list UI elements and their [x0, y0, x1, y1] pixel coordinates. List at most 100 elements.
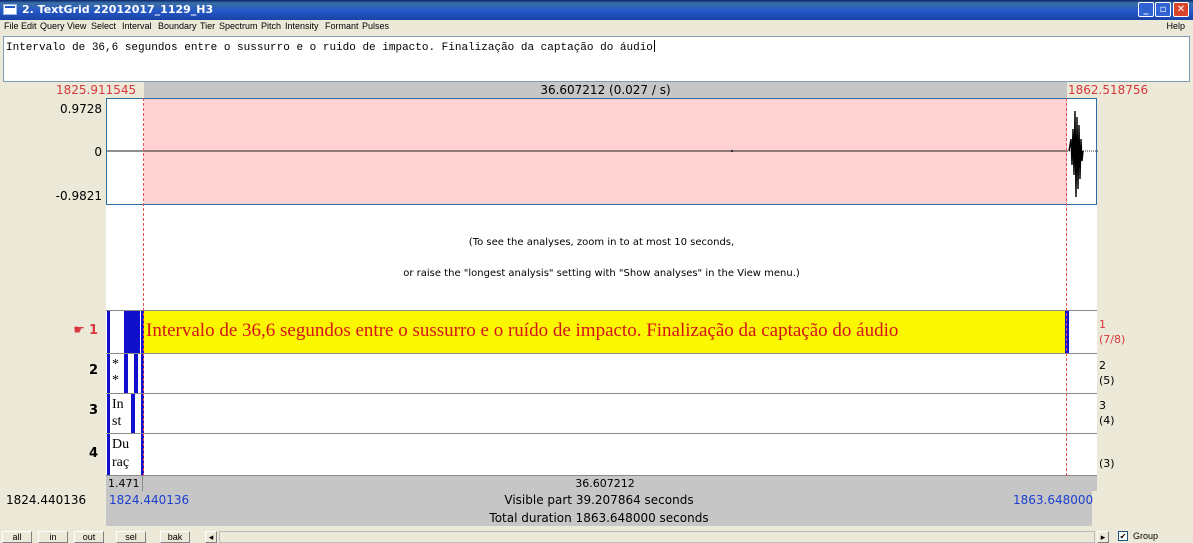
maximize-icon: ▫ [1159, 4, 1167, 15]
menu-formant[interactable]: Formant [325, 21, 359, 31]
tier-2-text-2: * [112, 373, 119, 388]
selection-end-line [1066, 98, 1067, 476]
tier-2-text-1: * [112, 357, 119, 372]
boundary-mark [107, 354, 110, 393]
tier-2[interactable]: * * [106, 353, 1097, 393]
boundary-mark [124, 354, 128, 393]
boundary-mark [107, 394, 110, 433]
title-bar: 2. TextGrid 22012017_1129_H3 _ ▫ ✕ [0, 0, 1193, 20]
analyses-panel[interactable]: (To see the analyses, zoom in to at most… [106, 205, 1097, 310]
tier-2-number[interactable]: 2 [0, 363, 98, 378]
boundary-mark [134, 354, 138, 393]
selection-start-time: 1825.911545 [56, 83, 137, 97]
praat-textgrid-window: 2. TextGrid 22012017_1129_H3 _ ▫ ✕ File … [0, 0, 1193, 543]
tier-1-number-label: 1 [88, 323, 98, 338]
selection-duration: 36.607212 (0.027 / s) [540, 83, 671, 97]
menu-bar: File Edit Query View Select Interval Bou… [0, 20, 1193, 35]
boundary-mark [131, 394, 135, 433]
zoom-back-button[interactable]: bak [160, 531, 190, 543]
boundary-mark [124, 311, 140, 353]
selection-end-time: 1862.518756 [1068, 83, 1149, 97]
tier-3-number[interactable]: 3 [0, 403, 98, 418]
horizontal-scrollbar[interactable] [219, 531, 1095, 543]
text-caret [653, 40, 655, 52]
analyses-message-2: or raise the "longest analysis" setting … [403, 268, 800, 279]
zoom-all-button[interactable]: all [2, 531, 32, 543]
tier-3-info-label: 3 [1099, 399, 1106, 412]
tier-4-number[interactable]: 4 [0, 446, 98, 461]
tier-1[interactable]: Intervalo de 36,6 segundos entre o sussu… [106, 310, 1097, 353]
amplitude-max: 0.9728 [60, 102, 102, 116]
tier-4-text-2: raç [112, 455, 130, 470]
minimize-button[interactable]: _ [1138, 2, 1154, 17]
arrow-right-icon: ▸ [1100, 532, 1106, 542]
scroll-right-button[interactable]: ▸ [1097, 531, 1109, 543]
app-icon [3, 4, 17, 15]
tier-3-info: 3 (4) [1099, 398, 1115, 428]
interval-text-value[interactable]: Intervalo de 36,6 segundos entre o sussu… [6, 40, 655, 54]
analyses-message-1: (To see the analyses, zoom in to at most… [468, 237, 735, 248]
group-label: Group [1133, 531, 1159, 541]
check-icon: ✔ [1119, 532, 1127, 541]
amplitude-min: -0.9821 [55, 189, 102, 203]
menu-query[interactable]: Query [40, 21, 65, 31]
menu-tier[interactable]: Tier [200, 21, 215, 31]
hand-pointer-icon: ☛ [73, 323, 85, 338]
right-piece-band[interactable] [1067, 476, 1097, 491]
tier-2-info-count: (5) [1099, 374, 1115, 387]
menu-select[interactable]: Select [91, 21, 116, 31]
window-title: 2. TextGrid 22012017_1129_H3 [22, 3, 214, 16]
close-button[interactable]: ✕ [1173, 2, 1189, 17]
visible-end-time: 1863.648000 [1013, 493, 1094, 507]
menu-view[interactable]: View [67, 21, 86, 31]
impact-burst [1068, 110, 1084, 198]
tier-3[interactable]: In st [106, 393, 1097, 433]
tier-4[interactable]: Du raç [106, 433, 1097, 476]
signal-point [731, 150, 733, 152]
zoom-out-button[interactable]: out [74, 531, 104, 543]
tier-4-info-count: (3) [1099, 457, 1115, 470]
waveform-panel[interactable] [106, 98, 1098, 205]
tier-1-info: 1 (7/8) [1099, 317, 1125, 347]
zoom-selection-button[interactable]: sel [116, 531, 146, 543]
menu-pulses[interactable]: Pulses [362, 21, 389, 31]
close-icon: ✕ [1176, 4, 1186, 15]
arrow-left-icon: ◂ [208, 532, 214, 542]
minimize-icon: _ [1143, 4, 1149, 15]
tier-1-info-label: 1 [1099, 318, 1106, 331]
menu-boundary[interactable]: Boundary [158, 21, 197, 31]
interval-text-field[interactable]: Intervalo de 36,6 segundos entre o sussu… [3, 36, 1190, 82]
zoom-in-button[interactable]: in [38, 531, 68, 543]
tier-1-interval-text: Intervalo de 36,6 segundos entre o sussu… [146, 320, 899, 341]
menu-intensity[interactable]: Intensity [285, 21, 319, 31]
window-start-time: 1824.440136 [6, 493, 87, 507]
menu-spectrum[interactable]: Spectrum [219, 21, 258, 31]
visible-start-time: 1824.440136 [109, 493, 190, 507]
menu-edit[interactable]: Edit [21, 21, 37, 31]
menu-interval[interactable]: Interval [122, 21, 152, 31]
tier-4-info: (3) [1099, 456, 1115, 471]
tier-1-info-count: (7/8) [1099, 333, 1126, 346]
tier-2-info-label: 2 [1099, 359, 1106, 372]
group-checkbox[interactable]: ✔ [1118, 531, 1128, 541]
visible-part-label: Visible part 39.207864 seconds [504, 493, 694, 507]
scroll-left-button[interactable]: ◂ [205, 531, 217, 543]
tier-3-info-count: (4) [1099, 414, 1115, 427]
menu-pitch[interactable]: Pitch [261, 21, 281, 31]
boundary-mark [107, 434, 110, 475]
total-duration-label: Total duration 1863.648000 seconds [489, 511, 709, 525]
waveform-graph [107, 110, 1098, 198]
tier-1-number[interactable]: ☛ 1 [0, 323, 98, 338]
selection-start-line [143, 98, 144, 476]
menu-file[interactable]: File [4, 21, 19, 31]
tier-3-text-2: st [112, 414, 122, 429]
menu-help[interactable]: Help [1166, 21, 1185, 31]
boundary-mark [107, 311, 110, 353]
tier-3-text-1: In [112, 397, 124, 412]
interval-text-content: Intervalo de 36,6 segundos entre o sussu… [6, 42, 653, 54]
selection-duration-bottom: 36.607212 [575, 477, 635, 490]
left-piece-duration: 1.471 [108, 477, 140, 490]
amplitude-zero: 0 [94, 145, 102, 159]
tier-4-text-1: Du [112, 437, 130, 452]
maximize-button[interactable]: ▫ [1155, 2, 1171, 17]
